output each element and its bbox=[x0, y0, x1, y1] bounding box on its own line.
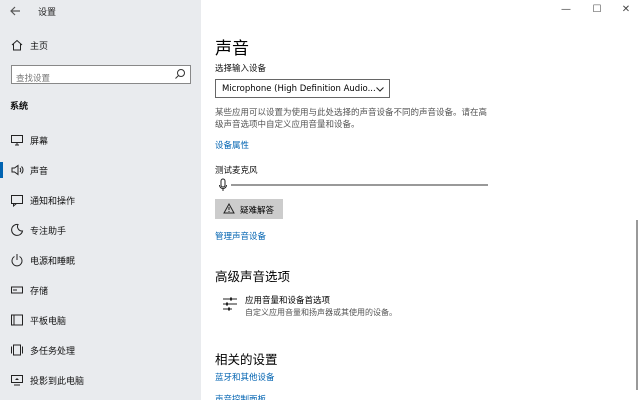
dropdown-value: Microphone (High Definition Audio... bbox=[222, 84, 376, 94]
input-device-dropdown[interactable]: Microphone (High Definition Audio... bbox=[215, 79, 390, 98]
sidebar-item-sound[interactable]: 声音 bbox=[0, 159, 201, 181]
speaker-icon bbox=[11, 164, 24, 176]
related-settings-heading: 相关的设置 bbox=[215, 352, 278, 367]
notification-icon bbox=[11, 195, 23, 207]
monitor-icon bbox=[11, 135, 23, 146]
back-button[interactable] bbox=[6, 2, 24, 20]
sliders-icon bbox=[223, 297, 237, 311]
sidebar-item-label: 通知和操作 bbox=[30, 197, 76, 207]
sidebar-item-label: 专注助手 bbox=[30, 227, 67, 237]
tablet-icon bbox=[11, 314, 23, 326]
sidebar-item-power[interactable]: 电源和睡眠 bbox=[0, 249, 201, 271]
device-properties-link[interactable]: 设备属性 bbox=[215, 139, 249, 151]
troubleshoot-button[interactable]: 疑难解答 bbox=[215, 199, 283, 219]
page-title: 声音 bbox=[215, 39, 249, 59]
sidebar-item-label: 主页 bbox=[30, 42, 49, 52]
search-box[interactable] bbox=[11, 65, 191, 88]
sidebar-item-label: 声音 bbox=[30, 167, 49, 177]
active-indicator bbox=[0, 162, 3, 178]
sidebar-item-storage[interactable]: 存储 bbox=[0, 279, 201, 301]
advanced-options-heading: 高级声音选项 bbox=[215, 269, 291, 284]
app-volume-desc: 自定义应用音量和扬声器或其使用的设备。 bbox=[245, 308, 397, 317]
sidebar-item-home[interactable]: 主页 bbox=[0, 34, 201, 56]
back-arrow-icon bbox=[10, 6, 20, 16]
input-device-label: 选择输入设备 bbox=[215, 64, 267, 74]
minimize-button[interactable]: — bbox=[555, 0, 577, 22]
sound-control-panel-link[interactable]: 声音控制面板 bbox=[215, 393, 266, 400]
maximize-button[interactable]: ☐ bbox=[586, 0, 608, 22]
sidebar-item-label: 投影到此电脑 bbox=[30, 377, 85, 387]
sidebar-item-label: 平板电脑 bbox=[30, 317, 67, 327]
microphone-icon bbox=[219, 178, 227, 191]
bluetooth-link[interactable]: 蓝牙和其他设备 bbox=[215, 371, 275, 383]
titlebar-left: 设置 bbox=[0, 0, 201, 22]
warning-icon bbox=[223, 203, 235, 214]
sidebar-item-display[interactable]: 屏幕 bbox=[0, 129, 201, 151]
sidebar-item-label: 电源和睡眠 bbox=[30, 257, 76, 267]
sidebar-item-tablet[interactable]: 平板电脑 bbox=[0, 309, 201, 331]
chevron-down-icon bbox=[376, 87, 384, 92]
storage-icon bbox=[11, 286, 23, 294]
sidebar-item-label: 屏幕 bbox=[30, 137, 49, 147]
mic-level-meter bbox=[231, 184, 488, 186]
sidebar-item-focus-assist[interactable]: 专注助手 bbox=[0, 219, 201, 241]
main-content: — ☐ ✕ 声音 选择输入设备 Microphone (High Definit… bbox=[201, 0, 640, 400]
sidebar-item-label: 存储 bbox=[30, 287, 49, 297]
description-line-1: 某些应用可以设置为使用与此处选择的声音设备不同的声音设备。请在高 bbox=[215, 108, 488, 118]
moon-icon bbox=[11, 223, 24, 236]
multitask-icon bbox=[11, 344, 23, 356]
description-line-2: 级声音选项中自定义应用音量和设备。 bbox=[215, 120, 360, 130]
section-title: 系统 bbox=[10, 102, 29, 112]
sidebar-item-notifications[interactable]: 通知和操作 bbox=[0, 189, 201, 211]
close-button[interactable]: ✕ bbox=[615, 0, 637, 22]
manage-devices-link[interactable]: 管理声音设备 bbox=[215, 230, 266, 242]
search-icon[interactable] bbox=[174, 68, 186, 80]
sidebar-item-project[interactable]: 投影到此电脑 bbox=[0, 369, 201, 391]
scrollbar[interactable] bbox=[636, 220, 638, 390]
search-input[interactable] bbox=[12, 70, 162, 88]
home-icon bbox=[11, 39, 23, 51]
projector-icon bbox=[11, 375, 23, 386]
description: 某些应用可以设置为使用与此处选择的声音设备不同的声音设备。请在高 级声音选项中自… bbox=[215, 107, 515, 131]
test-mic-label: 测试麦克风 bbox=[215, 166, 258, 176]
power-icon bbox=[11, 254, 23, 267]
sidebar-item-multitasking[interactable]: 多任务处理 bbox=[0, 339, 201, 361]
app-volume-option[interactable]: 应用音量和设备首选项 自定义应用音量和扬声器或其使用的设备。 bbox=[215, 292, 515, 322]
sidebar-item-label: 多任务处理 bbox=[30, 347, 76, 357]
app-title: 设置 bbox=[38, 8, 57, 18]
troubleshoot-label: 疑难解答 bbox=[240, 206, 275, 216]
sidebar: 设置 主页 系统 屏幕 声音 通知和操作 专注助手 电源和睡眠 存储 平板电脑 bbox=[0, 0, 201, 400]
app-volume-title: 应用音量和设备首选项 bbox=[245, 296, 331, 306]
